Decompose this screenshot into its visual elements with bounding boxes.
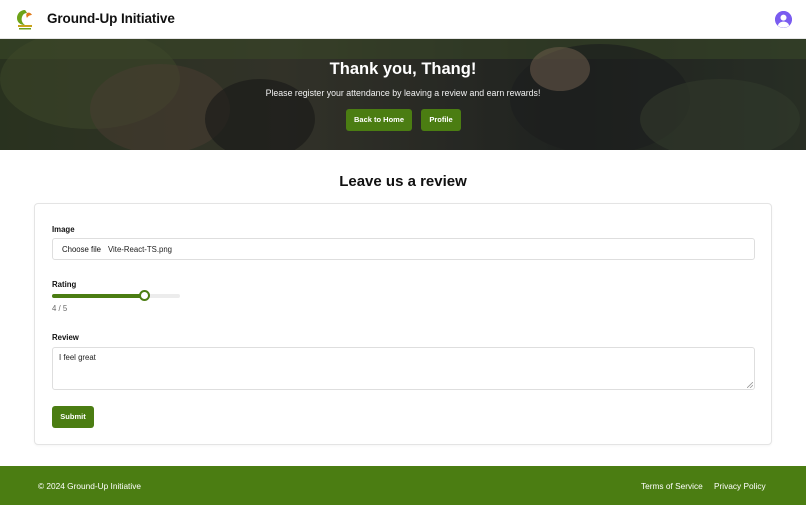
footer-copyright: © 2024 Ground-Up Initiative [38, 481, 141, 491]
resize-handle-icon[interactable] [747, 382, 753, 388]
profile-button[interactable]: Profile [421, 109, 461, 131]
review-textarea[interactable]: I feel great [52, 347, 755, 390]
rating-slider-fill [52, 294, 145, 298]
back-to-home-button[interactable]: Back to Home [346, 109, 412, 131]
user-avatar-icon[interactable] [775, 11, 792, 28]
rating-slider-thumb[interactable] [139, 290, 150, 301]
rating-label: Rating [52, 280, 77, 289]
image-label: Image [52, 225, 75, 234]
hero-subtitle: Please register your attendance by leavi… [265, 88, 541, 98]
image-file-input[interactable]: Choose file Vite-React-TS.png [52, 238, 755, 260]
terms-of-service-link[interactable]: Terms of Service [641, 481, 703, 491]
top-navbar: Ground-Up Initiative [0, 0, 806, 39]
hero-title: Thank you, Thang! [329, 60, 477, 78]
privacy-policy-link[interactable]: Privacy Policy [714, 481, 766, 491]
review-form-card: Image Choose file Vite-React-TS.png Rati… [34, 203, 772, 445]
rating-slider[interactable] [52, 290, 180, 301]
brand-title[interactable]: Ground-Up Initiative [47, 11, 175, 26]
review-section-title: Leave us a review [339, 173, 467, 190]
selected-file-name: Vite-React-TS.png [108, 245, 172, 254]
submit-button[interactable]: Submit [52, 406, 94, 428]
hero-banner: Thank you, Thang! Please register your a… [0, 39, 806, 150]
review-label: Review [52, 333, 79, 342]
rating-value-text: 4 / 5 [52, 304, 68, 313]
gui-leaf-logo-icon[interactable] [14, 8, 36, 31]
choose-file-button[interactable]: Choose file [62, 245, 101, 254]
footer: © 2024 Ground-Up Initiative Terms of Ser… [0, 466, 806, 505]
